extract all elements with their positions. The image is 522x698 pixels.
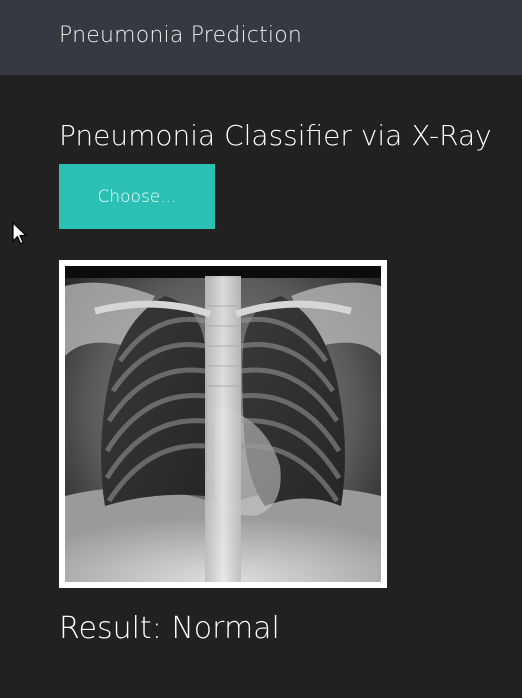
result-text: Result: Normal [59,611,280,646]
navbar-brand[interactable]: Pneumonia Prediction [59,23,302,48]
chest-xray-image [65,266,381,582]
page-heading: Pneumonia Classifier via X-Ray [59,119,492,152]
navbar: Pneumonia Prediction [0,0,522,75]
xray-image-preview [59,260,387,588]
mouse-cursor-icon [12,222,27,245]
choose-file-button[interactable]: Choose... [59,164,215,229]
